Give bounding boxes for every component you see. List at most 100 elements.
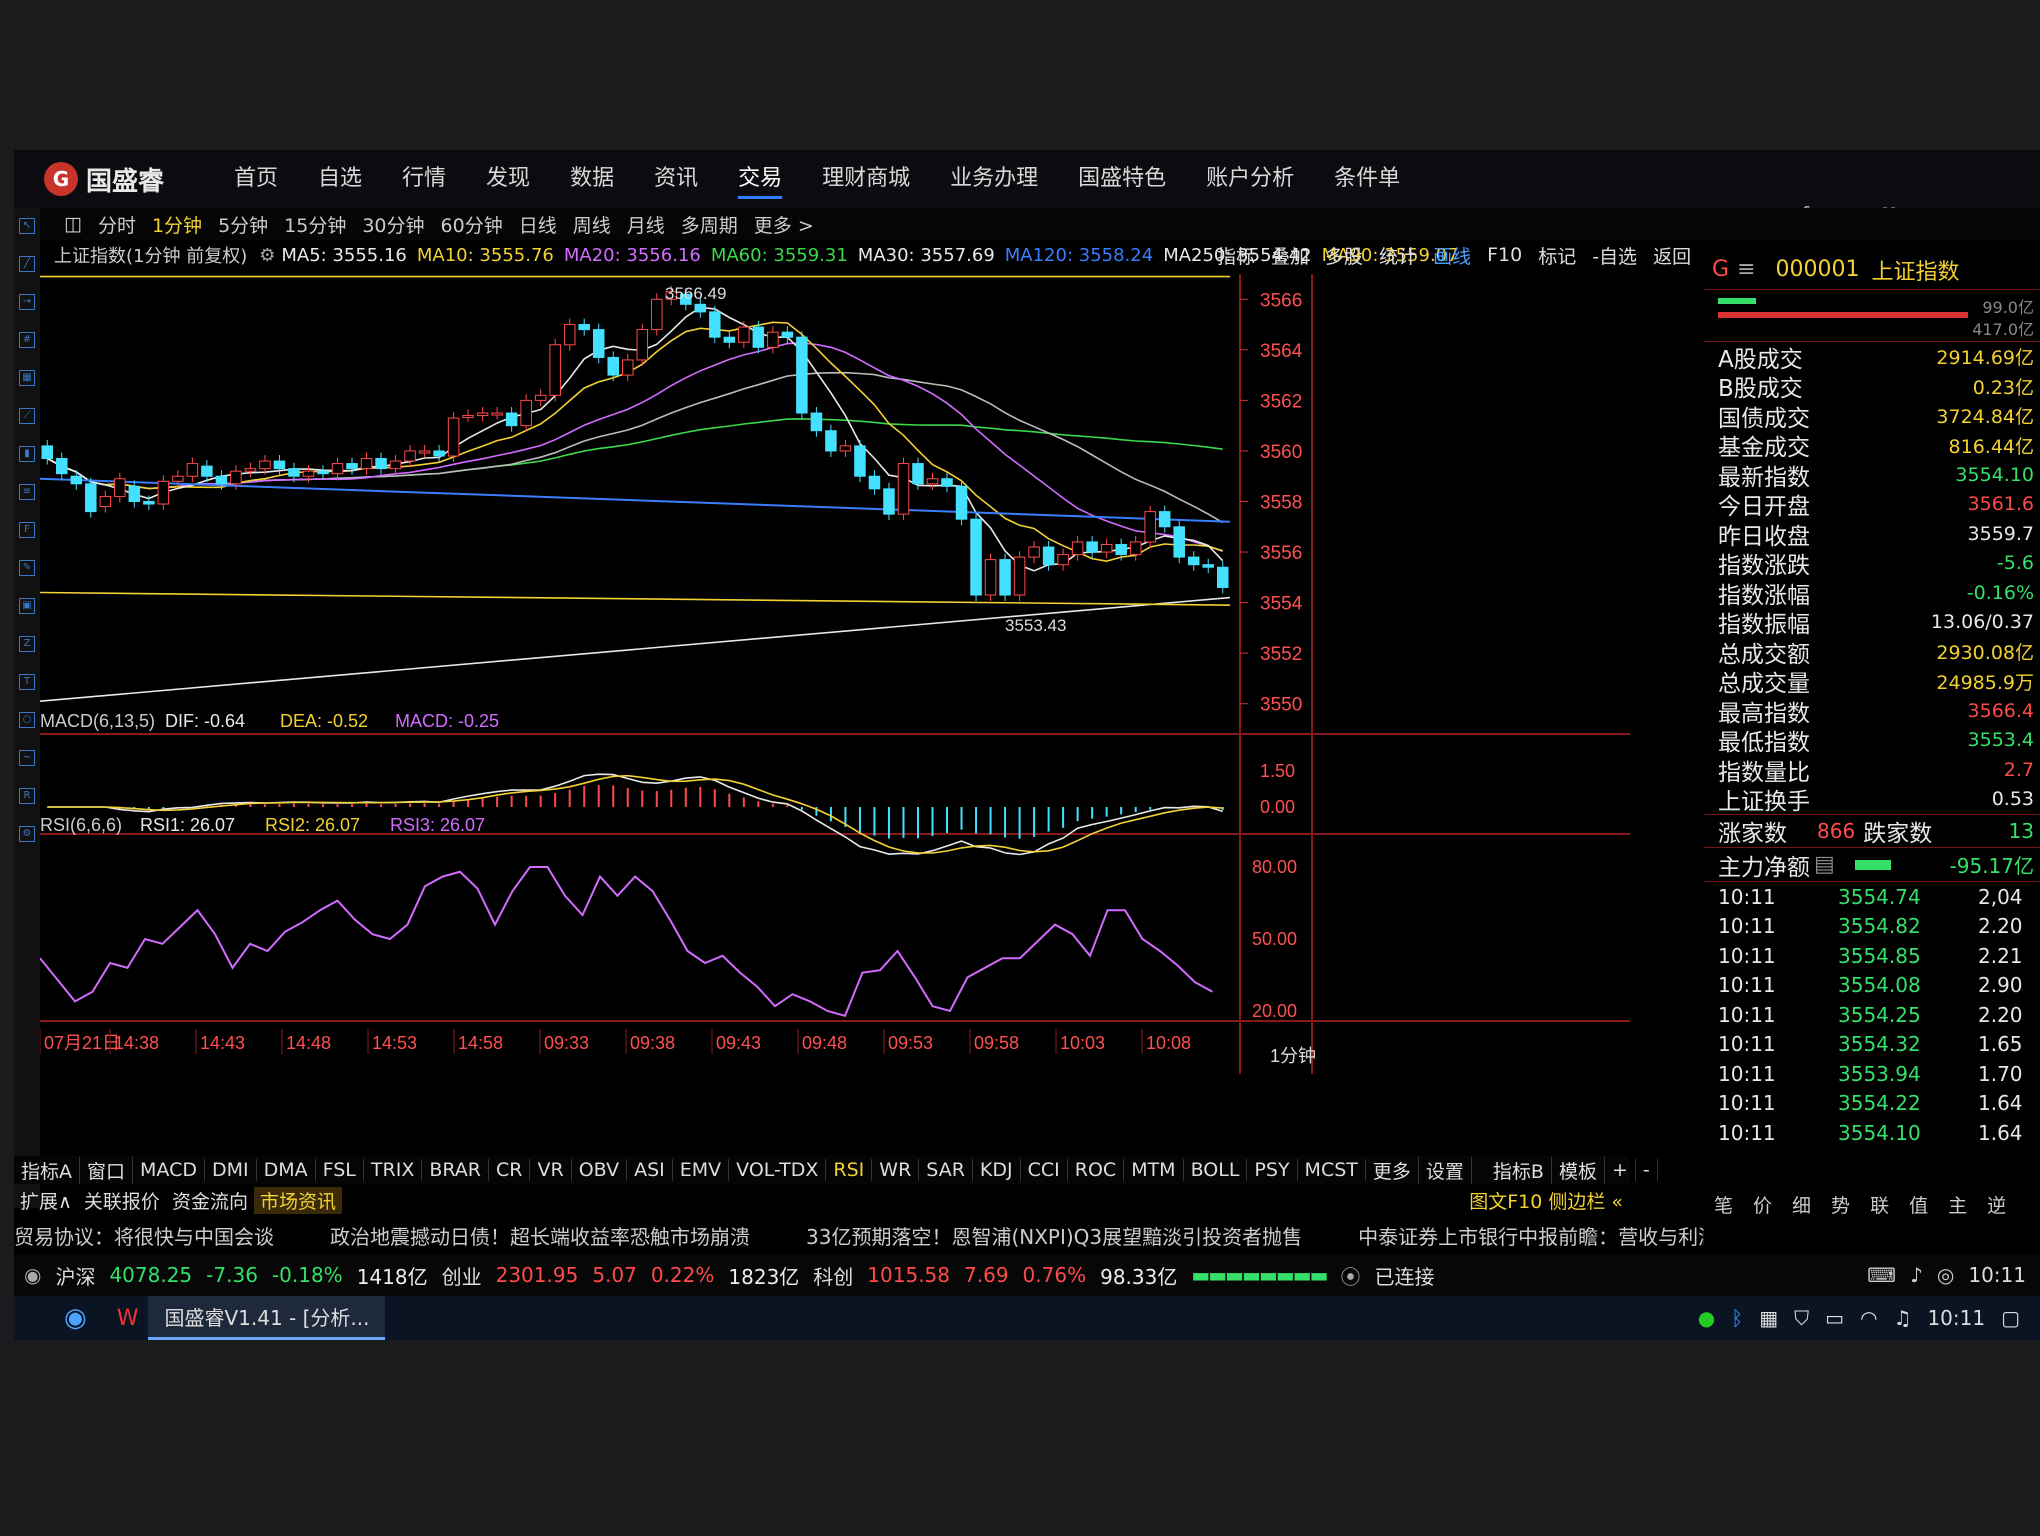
keyboard-icon[interactable]: ⌨ xyxy=(1867,1263,1896,1287)
quote-footer-tab[interactable]: 细 xyxy=(1792,1191,1811,1218)
period-tab[interactable]: 更多 > xyxy=(754,211,814,238)
indicator-tab[interactable]: VOL-TDX xyxy=(729,1159,827,1181)
nav-item[interactable]: 首页 xyxy=(234,160,278,199)
nav-item[interactable]: 国盛特色 xyxy=(1078,160,1166,199)
volume-icon[interactable]: ♫ xyxy=(1894,1306,1912,1330)
grid-tray-icon[interactable]: ▦ xyxy=(1759,1306,1778,1330)
bluetooth-icon[interactable]: ᛒ xyxy=(1731,1306,1743,1330)
grid-tool-icon[interactable]: # xyxy=(19,332,35,348)
period-tab[interactable]: 日线 xyxy=(519,211,557,238)
nav-item[interactable]: 理财商城 xyxy=(822,160,910,199)
indicator-tab[interactable]: TRIX xyxy=(364,1159,423,1181)
news-item[interactable]: 33亿预期落空！恩智浦(NXPI)Q3展望黯淡引投资者抛售 xyxy=(806,1221,1302,1250)
indicator-tab[interactable]: MACD xyxy=(133,1159,205,1181)
indicator-tab[interactable]: CR xyxy=(489,1159,531,1181)
trend-tool-icon[interactable]: ⟋ xyxy=(19,408,35,424)
quote-footer-tab[interactable]: 逆 xyxy=(1987,1191,2006,1218)
nav-item[interactable]: 行情 xyxy=(402,160,446,199)
note-tool-icon[interactable]: ✎ xyxy=(19,560,35,576)
chart-tool[interactable]: 画线 xyxy=(1433,242,1471,269)
wave-tool-icon[interactable]: ~ xyxy=(19,750,35,766)
menu-icon[interactable]: ≡ xyxy=(1737,257,1755,282)
indicator-tab[interactable]: FSL xyxy=(316,1159,364,1181)
indicator-tab[interactable]: EMV xyxy=(673,1159,730,1181)
sub-tab[interactable]: 资金流向 xyxy=(166,1187,254,1214)
indicator-tab[interactable]: BRAR xyxy=(422,1159,490,1181)
fiz-tool-icon[interactable]: Z xyxy=(19,636,35,652)
lock-tool-icon[interactable]: ▣ xyxy=(19,598,35,614)
quote-footer-tab[interactable]: 笔 xyxy=(1714,1191,1733,1218)
app-tray-icon[interactable]: ● xyxy=(1698,1306,1715,1330)
quote-footer-tab[interactable]: 值 xyxy=(1909,1191,1928,1218)
nav-item[interactable]: 业务办理 xyxy=(950,160,1038,199)
indicator-tab[interactable]: 更多 xyxy=(1366,1156,1419,1184)
text-tool-icon[interactable]: T xyxy=(19,674,35,690)
indicator-tab[interactable]: WR xyxy=(872,1159,920,1181)
indicator-tab[interactable]: RSI xyxy=(826,1159,873,1181)
indicator-tab[interactable]: ASI xyxy=(627,1159,673,1181)
browser-icon[interactable]: ◉ xyxy=(64,1303,87,1333)
settings-tool-icon[interactable]: ⚙ xyxy=(19,826,35,842)
nav-item[interactable]: 自选 xyxy=(318,160,362,199)
quote-footer-tab[interactable]: 价 xyxy=(1753,1191,1772,1218)
chart-tool[interactable]: 标记 xyxy=(1538,242,1576,269)
period-tab[interactable]: 5分钟 xyxy=(218,211,268,238)
table-tool-icon[interactable]: ▦ xyxy=(19,370,35,386)
nav-item[interactable]: 发现 xyxy=(486,160,530,199)
indicator-tab[interactable]: MTM xyxy=(1124,1159,1184,1181)
indicator-tab-right[interactable]: 模板 xyxy=(1552,1156,1605,1184)
indicator-tab[interactable]: SAR xyxy=(919,1159,973,1181)
nav-item[interactable]: 账户分析 xyxy=(1206,160,1294,199)
news-item[interactable]: 贸易协议：将很快与中国会谈 xyxy=(14,1221,274,1250)
info-icon[interactable]: ▤ xyxy=(1814,852,1835,877)
indicator-tab[interactable]: VR xyxy=(530,1159,572,1181)
notification-icon[interactable]: ▢ xyxy=(2001,1306,2020,1330)
side-panel-toggle[interactable]: 图文F10 侧边栏 « xyxy=(1463,1187,1629,1214)
period-tab[interactable]: 月线 xyxy=(627,211,665,238)
indicator-tab[interactable]: OBV xyxy=(572,1159,628,1181)
indicator-tab[interactable]: MCST xyxy=(1298,1159,1366,1181)
fib-tool-icon[interactable]: F xyxy=(19,522,35,538)
ray-tool-icon[interactable]: → xyxy=(19,294,35,310)
sound-icon[interactable]: ♪ xyxy=(1910,1263,1923,1287)
period-tab[interactable]: 60分钟 xyxy=(441,211,503,238)
nav-item[interactable]: 资讯 xyxy=(654,160,698,199)
indicator-tab[interactable]: CCI xyxy=(1021,1159,1068,1181)
period-tab[interactable]: 多周期 xyxy=(681,211,738,238)
chart-tool[interactable]: 指标 xyxy=(1217,242,1255,269)
line-tool-icon[interactable]: ╱ xyxy=(19,256,35,272)
sub-tab[interactable]: 市场资讯 xyxy=(253,1186,342,1214)
settings-gear-icon[interactable]: ⚙ xyxy=(259,245,275,266)
nav-item[interactable]: 数据 xyxy=(570,160,614,199)
battery-icon[interactable]: ▭ xyxy=(1825,1306,1844,1330)
sub-tab[interactable]: 扩展∧ xyxy=(14,1187,78,1214)
indicator-tab[interactable]: 指标A xyxy=(14,1156,80,1184)
taskbar-app-button[interactable]: 国盛睿V1.41 - [分析... xyxy=(148,1296,386,1340)
indicator-tab-right[interactable]: 指标B xyxy=(1486,1156,1552,1184)
chart-tool[interactable]: 统计 xyxy=(1379,242,1417,269)
period-tab[interactable]: 15分钟 xyxy=(284,211,346,238)
rsi-tool-icon[interactable]: R xyxy=(19,788,35,804)
menu-circle-icon[interactable]: ◉ xyxy=(24,1263,41,1287)
wifi-icon[interactable]: ◠ xyxy=(1860,1306,1877,1330)
list-tool-icon[interactable]: ≡ xyxy=(19,484,35,500)
indicator-tab[interactable]: 窗口 xyxy=(80,1156,134,1184)
quote-footer-tab[interactable]: 主 xyxy=(1948,1191,1967,1218)
indicator-tab[interactable]: BOLL xyxy=(1184,1159,1248,1181)
chart-tool[interactable]: 叠加 xyxy=(1271,242,1309,269)
chart-tool[interactable]: 返回 xyxy=(1653,242,1691,269)
sub-tab[interactable]: 关联报价 xyxy=(78,1187,166,1214)
nav-item[interactable]: 条件单 xyxy=(1334,160,1400,199)
indicator-tab[interactable]: PSY xyxy=(1247,1159,1298,1181)
wps-icon[interactable]: W xyxy=(117,1306,139,1331)
globe-icon[interactable]: ◎ xyxy=(1937,1263,1954,1287)
cursor-tool-icon[interactable]: ↖ xyxy=(19,218,35,234)
indicator-tab[interactable]: 设置 xyxy=(1419,1156,1472,1184)
indicator-tab-right[interactable]: - xyxy=(1636,1159,1658,1181)
circle-tool-icon[interactable]: ○ xyxy=(19,712,35,728)
indicator-tab-right[interactable]: + xyxy=(1605,1159,1636,1181)
period-tab[interactable]: 分时 xyxy=(98,211,136,238)
price-chart[interactable]: 3566 3564 3562 3560 3558 3556 3554 3552 3550 3566… xyxy=(40,274,1630,1144)
indicator-tab[interactable]: DMI xyxy=(205,1159,257,1181)
quote-footer-tab[interactable]: 势 xyxy=(1831,1191,1850,1218)
